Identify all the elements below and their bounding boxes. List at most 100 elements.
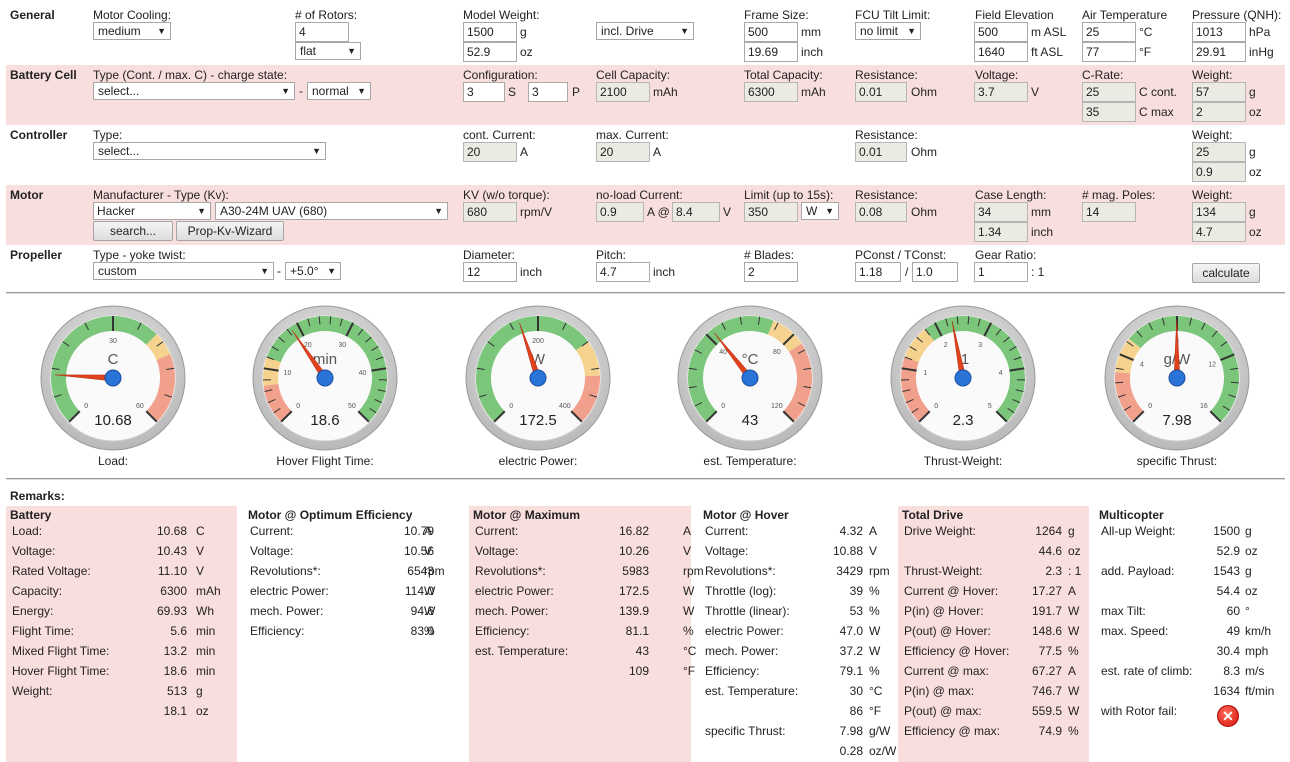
noload-current-label: no-load Current: (596, 188, 683, 202)
gauge-tick-label: 40 (359, 370, 367, 377)
remarks-unit: W (1068, 604, 1080, 618)
air-temp-f-input[interactable]: 77 (1082, 42, 1136, 62)
remarks-row: Current @ Hover: 17.27 A (898, 584, 1089, 604)
frame-size-mm-input[interactable]: 500 (744, 22, 798, 42)
model-weight-oz-input[interactable]: 52.9 (463, 42, 517, 62)
gauge-hub (954, 369, 972, 387)
pressure-inhg-input[interactable]: 29.91 (1192, 42, 1246, 62)
gear-ratio-label: Gear Ratio: (975, 248, 1037, 262)
unit-oz: oz (1249, 105, 1262, 119)
remarks-value: 559.5 (1031, 704, 1062, 718)
remarks-maximum-panel: Motor @ Maximum Current: 16.82 A Voltage: 10.… (469, 506, 704, 762)
model-weight-g-input[interactable]: 1500 (463, 22, 517, 42)
pitch-input[interactable]: 4.7 (596, 262, 650, 282)
remarks-unit: W (424, 584, 436, 598)
remarks-row: electric Power: 47.0 W (699, 624, 893, 644)
tconst-input[interactable]: 1.0 (912, 262, 958, 282)
prop-type-select[interactable]: custom ▼ (93, 262, 274, 280)
fcu-tilt-select[interactable]: no limit ▼ (855, 22, 921, 40)
battery-type-select[interactable]: select... ▼ (93, 82, 295, 100)
gauge-hub (1168, 369, 1186, 387)
remarks-row: Revolutions*: 3429 rpm (699, 564, 893, 584)
remarks-unit: V (196, 564, 205, 578)
slash: / (905, 265, 909, 279)
remarks-value: 2.3 (1045, 564, 1062, 578)
yoke-twist-select[interactable]: +5.0° ▼ (285, 262, 341, 280)
remarks-key: Current @ Hover: (904, 584, 999, 598)
rotor-layout-select[interactable]: flat ▼ (295, 42, 361, 60)
blades-label: # Blades: (744, 248, 795, 262)
remarks-value: 139.9 (618, 604, 649, 618)
air-temp-c-input[interactable]: 25 (1082, 22, 1136, 42)
weight-mode-select[interactable]: incl. Drive ▼ (596, 22, 694, 40)
calculate-button[interactable]: calculate (1192, 263, 1260, 283)
remarks-hover-panel: Motor @ Hover Current: 4.32 A Voltage: 10.88 V… (699, 506, 897, 762)
gauge-hub (741, 369, 759, 387)
remarks-value: 16.82 (618, 524, 649, 538)
remarks-unit: m/s (1245, 664, 1265, 678)
field-elev-m-input[interactable]: 500 (974, 22, 1028, 42)
gauge-1: 01020 304050min18.6 (252, 305, 398, 451)
cont-current-value: 20 (463, 142, 517, 162)
remarks-row: Throttle (linear): 53% (699, 604, 893, 624)
remarks-key: All-up Weight: (1101, 524, 1176, 538)
motor-search-button[interactable]: search... (93, 221, 173, 241)
diameter-input[interactable]: 12 (463, 262, 517, 282)
gauge-tick-label: 1 (924, 370, 928, 377)
chevron-down-icon: ▼ (157, 26, 166, 36)
remarks-row: Voltage: 10.43 V (6, 544, 237, 564)
battery-resistance-label: Resistance: (855, 68, 918, 82)
config-p-input[interactable]: 3 (528, 82, 568, 102)
gauge-label: Thrust-Weight: (923, 454, 1003, 468)
gauge-3: 0 40 80 120 °C 43 (677, 305, 823, 451)
unit-inhg: inHg (1249, 45, 1274, 59)
remarks-section-title: Motor @ Optimum Efficiency (248, 508, 413, 522)
field-elev-ft-input[interactable]: 1640 (974, 42, 1028, 62)
chevron-down-icon: ▼ (327, 266, 336, 276)
remarks-value: 5.6 (170, 624, 187, 638)
remarks-row: Weight: 513 g (6, 684, 237, 704)
gear-ratio-input[interactable]: 1 (974, 262, 1028, 282)
remarks-unit: V (424, 544, 433, 558)
controller-resistance-label: Resistance: (855, 128, 918, 142)
dash: - (299, 84, 303, 98)
frame-size-inch-input[interactable]: 19.69 (744, 42, 798, 62)
motor-cooling-select[interactable]: medium ▼ (93, 22, 171, 40)
remarks-unit: oz (1245, 584, 1258, 598)
remarks-unit: °C (683, 644, 697, 658)
pressure-hpa-input[interactable]: 1013 (1192, 22, 1246, 42)
prop-kv-wizard-button[interactable]: Prop-Kv-Wizard (176, 221, 284, 241)
gauge-value: 7.98 (1162, 412, 1191, 429)
unit-ohm: Ohm (911, 85, 938, 99)
remarks-row: Thrust-Weight: 2.3: 1 (898, 564, 1089, 584)
remarks-value: 39 (849, 584, 863, 598)
remarks-key: Voltage: (705, 544, 749, 558)
remarks-row: mech. Power: 37.2 W (699, 644, 893, 664)
motor-type-select[interactable]: A30-24M UAV (680) ▼ (215, 202, 448, 220)
motor-manufacturer-select[interactable]: Hacker ▼ (93, 202, 211, 220)
remarks-key: Voltage: (475, 544, 519, 558)
gauge-tick-label: 16 (1200, 403, 1208, 410)
pconst-input[interactable]: 1.18 (855, 262, 901, 282)
remarks-unit: oz/W (869, 744, 897, 758)
config-s-input[interactable]: 3 (463, 82, 505, 102)
charge-state-select[interactable]: normal ▼ (307, 82, 371, 100)
remarks-unit: g (1245, 524, 1252, 538)
case-length-mm: 34 (974, 202, 1028, 222)
blades-input[interactable]: 2 (744, 262, 798, 282)
chevron-down-icon: ▼ (312, 146, 321, 156)
remarks-value: 77.5 (1038, 644, 1062, 658)
case-length-inch: 1.34 (974, 222, 1028, 242)
controller-type-select[interactable]: select... ▼ (93, 142, 326, 160)
remarks-value: 109 (628, 664, 649, 678)
gauge-label: Hover Flight Time: (276, 454, 374, 468)
remarks-unit: A (424, 524, 433, 538)
remarks-value: 10.26 (618, 544, 649, 558)
gauge-tick-label: 10 (284, 370, 292, 377)
gauge-label: electric Power: (498, 454, 578, 468)
unit-celsius: °C (1139, 25, 1153, 39)
remarks-unit: W (1068, 704, 1080, 718)
rotors-input[interactable]: 4 (295, 22, 349, 42)
gauge-tick (1230, 381, 1239, 384)
limit-unit-select[interactable]: W ▼ (801, 202, 839, 220)
